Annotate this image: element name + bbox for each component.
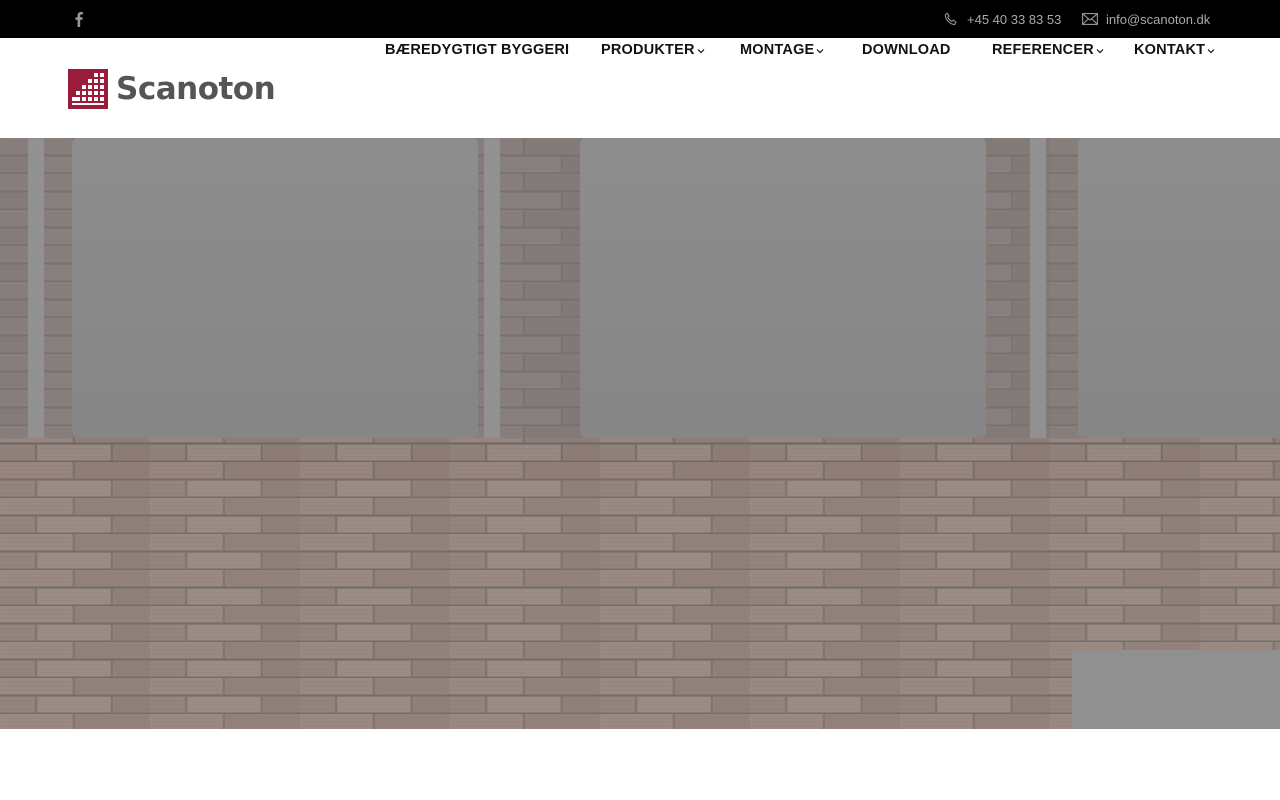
nav-item-label: DOWNLOAD bbox=[862, 42, 951, 58]
nav-item-referencer[interactable]: REFERENCER bbox=[992, 0, 1104, 100]
nav-item-montage[interactable]: MONTAGE bbox=[740, 0, 824, 100]
nav-item-label: MONTAGE bbox=[740, 42, 815, 58]
chevron-down-icon bbox=[817, 48, 824, 53]
chevron-down-icon bbox=[697, 48, 705, 53]
chevron-down-icon bbox=[1096, 48, 1104, 53]
nav-item-label: BÆREDYGTIGT BYGGERI bbox=[385, 42, 570, 58]
nav-item-kontakt[interactable]: KONTAKT bbox=[1134, 0, 1215, 100]
hero-image bbox=[0, 138, 1280, 729]
nav-item-label: PRODUKTER bbox=[601, 42, 695, 58]
hero-overlay bbox=[0, 138, 1280, 729]
scanoton-logo-icon bbox=[68, 69, 108, 109]
logo-text: Scanoton bbox=[116, 71, 276, 107]
nav-item-label: REFERENCER bbox=[992, 42, 1094, 58]
facebook-icon[interactable] bbox=[72, 11, 86, 27]
chevron-down-icon bbox=[1207, 48, 1215, 53]
nav-item-produkter[interactable]: PRODUKTER bbox=[601, 0, 705, 100]
site-logo[interactable]: Scanoton bbox=[68, 68, 276, 110]
nav-item-download[interactable]: DOWNLOAD bbox=[862, 0, 951, 100]
nav-item-label: KONTAKT bbox=[1134, 42, 1206, 58]
nav-item-baeredygtigt-byggeri[interactable]: BÆREDYGTIGT BYGGERI bbox=[385, 0, 569, 100]
